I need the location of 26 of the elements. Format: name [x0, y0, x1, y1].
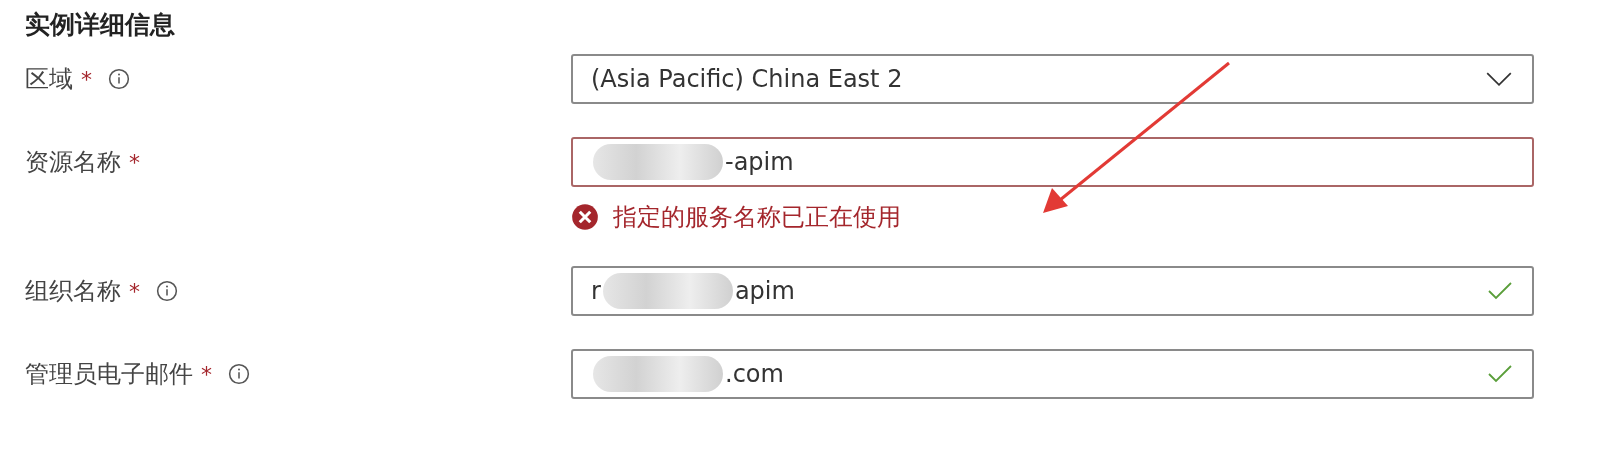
checkmark-icon	[1488, 365, 1512, 383]
field-value: apim	[734, 277, 795, 305]
info-icon[interactable]	[156, 280, 178, 302]
error-message: 指定的服务名称已正在使用	[613, 202, 901, 233]
required-mark: *	[129, 278, 140, 304]
input-field[interactable]: .com	[571, 349, 1534, 399]
section-title: 实例详细信息	[25, 9, 176, 41]
field-value: r	[591, 277, 601, 305]
field-value: .com	[725, 360, 784, 388]
field-value: -apim	[725, 148, 794, 176]
field-value: (Asia Pacific) China East 2	[591, 65, 903, 93]
input-field[interactable]: r apim	[571, 266, 1534, 316]
field-label: 组织名称	[25, 276, 121, 307]
required-mark: *	[81, 66, 92, 92]
chevron-down-icon	[1486, 71, 1512, 87]
info-icon[interactable]	[108, 68, 130, 90]
checkmark-icon	[1488, 282, 1512, 300]
input-field[interactable]: -apim	[571, 137, 1534, 187]
required-mark: *	[129, 149, 140, 175]
field-label: 区域	[25, 64, 73, 95]
region-dropdown[interactable]: (Asia Pacific) China East 2	[571, 54, 1534, 104]
field-label: 资源名称	[25, 147, 121, 178]
required-mark: *	[201, 361, 212, 387]
error-icon	[571, 203, 599, 231]
info-icon[interactable]	[228, 363, 250, 385]
field-label: 管理员电子邮件	[25, 359, 193, 390]
